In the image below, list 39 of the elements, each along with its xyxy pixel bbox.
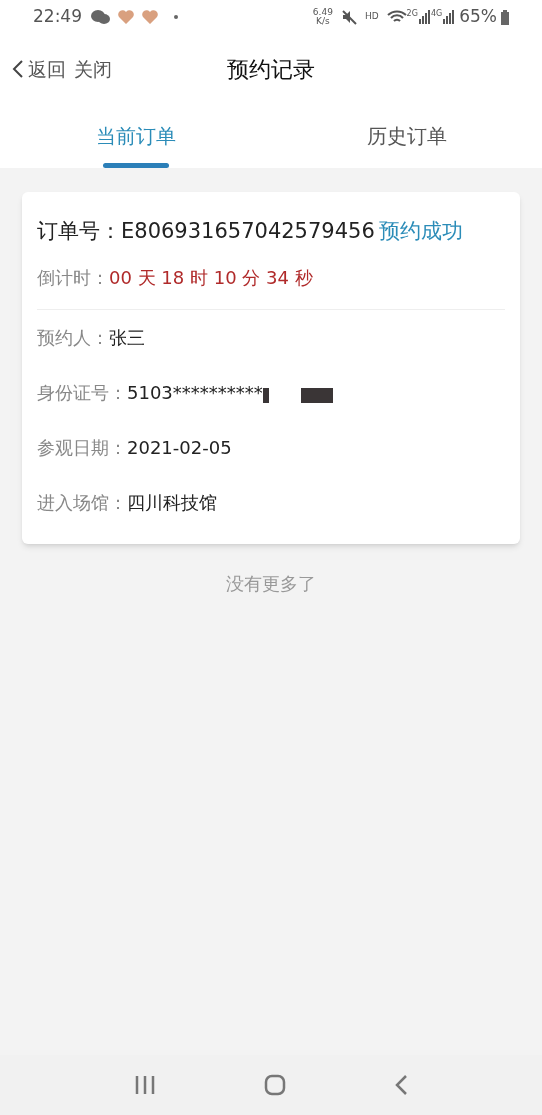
home-icon[interactable] [264, 1074, 286, 1096]
network-type: 2G [406, 10, 418, 18]
tab-underline [102, 163, 169, 168]
speed-unit: K/s [316, 17, 330, 26]
muted-speaker-icon [340, 9, 357, 25]
field-value: 四川科技馆 [127, 491, 217, 515]
back-icon[interactable] [394, 1074, 408, 1096]
hd-indicator: HD [364, 10, 379, 24]
back-button[interactable]: 返回 [12, 54, 66, 84]
recent-apps-icon[interactable] [134, 1074, 156, 1096]
heart-icon [118, 10, 134, 24]
field-value: 张三 [109, 326, 145, 350]
countdown-value: 00 天 18 时 10 分 34 秒 [109, 265, 313, 290]
network-type: 4G [430, 10, 443, 18]
countdown-label: 倒计时： [37, 265, 109, 290]
dot-icon [174, 15, 178, 19]
signal-icon [418, 10, 431, 24]
clock: 22:49 [33, 5, 82, 29]
chevron-left-icon [12, 59, 24, 79]
wifi-icon [386, 10, 407, 24]
field-label: 进入场馆： [37, 491, 127, 515]
page-title: 预约记录 [227, 55, 315, 84]
chat-icon [90, 9, 110, 25]
field-label: 预约人： [37, 326, 109, 350]
order-number: 订单号：E806931657042579456 [37, 218, 375, 245]
field-label: 参观日期： [37, 436, 127, 460]
battery-percent: 65% [459, 5, 497, 29]
tab[interactable]: 历史订单 [271, 104, 542, 168]
field-label: 身份证号： [37, 381, 127, 405]
tab[interactable]: 当前订单 [0, 104, 271, 168]
battery-icon [501, 9, 509, 25]
close-button[interactable]: 关闭 [74, 54, 112, 84]
field-value: 2021-02-05 [127, 436, 232, 460]
heart-icon [142, 10, 158, 24]
end-of-list-text: 没有更多了 [226, 571, 316, 596]
network-speed: 6.49 [312, 8, 333, 17]
signal-icon [443, 10, 456, 24]
field-value: 5103********** [127, 381, 263, 405]
order-status: 预约成功 [378, 218, 463, 245]
